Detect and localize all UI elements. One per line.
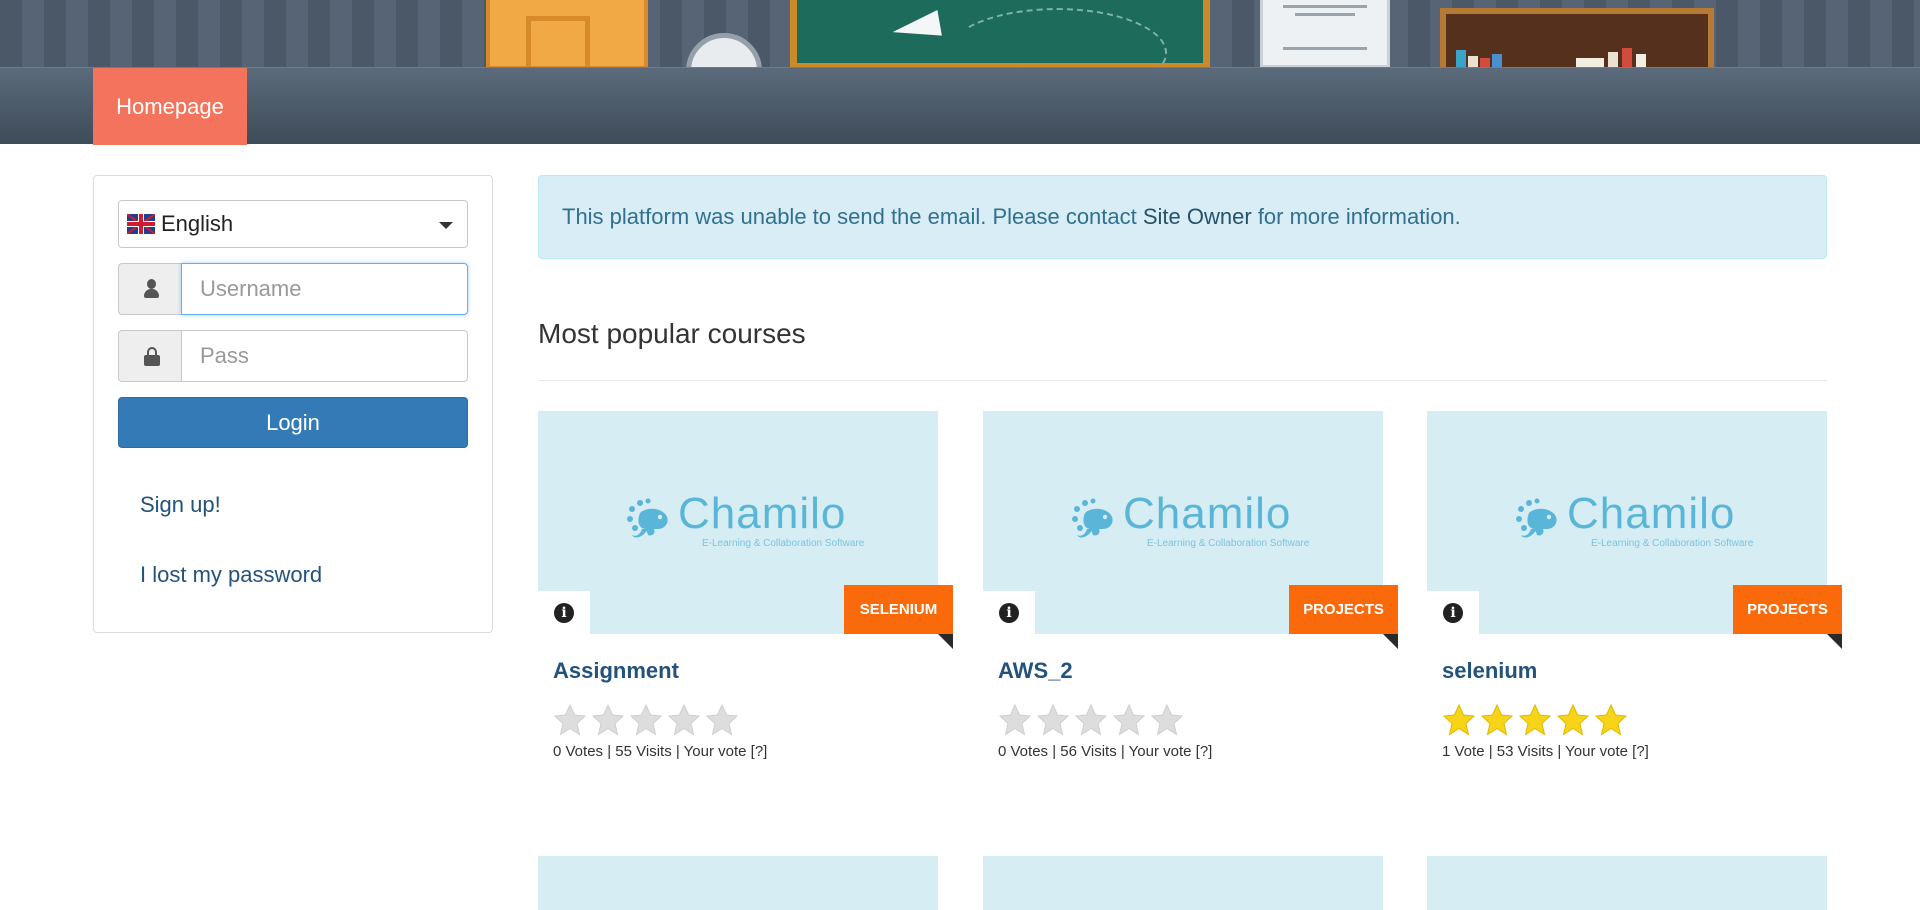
star-empty-icon[interactable] [1074,703,1108,737]
header-banner [0,0,1920,67]
rating-stars [998,703,1188,737]
course-stats: 1 Vote | 53 Visits | Your vote [?] [1442,743,1649,760]
uk-flag-icon [127,214,155,234]
section-title: Most popular courses [538,318,806,349]
course-category-tag[interactable]: SELENIUM [844,585,953,634]
your-vote-help[interactable]: Your vote [?] [684,743,768,760]
star-filled-icon[interactable] [1594,703,1628,737]
chamilo-logo: Chamilo E-Learning & Collaboration Softw… [626,489,864,549]
login-panel: English Login Sign up! I lost my passwor… [93,175,493,633]
section-divider [538,380,1827,381]
course-info-button[interactable]: i [983,591,1035,634]
password-group [118,330,468,382]
course-card-thumbnail[interactable] [538,856,938,910]
username-input[interactable] [181,263,468,315]
vote-count: 1 Vote [1442,743,1485,760]
tag-fold [1383,634,1398,649]
logo-wordmark: Chamilo [1567,489,1736,538]
rating-stars [553,703,743,737]
info-icon: i [999,603,1019,623]
signup-link[interactable]: Sign up! [140,492,221,518]
star-empty-icon[interactable] [1112,703,1146,737]
alert-text-after: for more information. [1251,204,1461,229]
star-filled-icon[interactable] [1480,703,1514,737]
your-vote-help[interactable]: Your vote [?] [1565,743,1649,760]
visit-count: 53 Visits [1496,743,1554,760]
course-category-tag[interactable]: PROJECTS [1289,585,1398,634]
info-icon: i [1443,603,1463,623]
course-card-thumbnail[interactable] [1427,856,1827,910]
alert-text-before: This platform was unable to send the ema… [562,204,1143,229]
chamilo-logo: Chamilo E-Learning & Collaboration Softw… [1515,489,1753,549]
logo-wordmark: Chamilo [678,489,847,538]
star-empty-icon[interactable] [705,703,739,737]
tag-fold [938,634,953,649]
star-empty-icon[interactable] [998,703,1032,737]
username-group [118,263,468,315]
course-info-button[interactable]: i [1427,591,1479,634]
star-filled-icon[interactable] [1518,703,1552,737]
vote-count: 0 Votes [553,743,604,760]
main-navbar: Homepage [0,67,1920,145]
visit-count: 56 Visits [1060,743,1117,760]
chamilo-chameleon-icon [627,498,668,538]
username-addon [118,263,182,315]
caret-down-icon [439,222,453,229]
bookshelf-illustration [1440,8,1714,67]
course-category-tag[interactable]: PROJECTS [1733,585,1842,634]
email-error-alert: This platform was unable to send the ema… [538,175,1827,259]
course-title-link[interactable]: AWS_2 [998,658,1073,684]
logo-wordmark: Chamilo [1123,489,1292,538]
chalkboard-illustration [790,0,1210,67]
lost-password-link[interactable]: I lost my password [140,562,322,588]
logo-tagline: E-Learning & Collaboration Software [1591,538,1754,549]
chamilo-logo: Chamilo E-Learning & Collaboration Softw… [1071,489,1309,549]
star-empty-icon[interactable] [1036,703,1070,737]
site-owner-link[interactable]: Site Owner [1143,204,1252,229]
course-stats: 0 Votes | 55 Visits | Your vote [?] [553,743,768,760]
nav-homepage-tab[interactable]: Homepage [93,68,247,145]
course-title-link[interactable]: selenium [1442,658,1537,684]
clock-illustration [686,33,762,67]
password-input[interactable] [181,330,468,382]
chamilo-chameleon-icon [1516,498,1557,538]
logo-tagline: E-Learning & Collaboration Software [1147,538,1310,549]
star-empty-icon[interactable] [1150,703,1184,737]
course-stats: 0 Votes | 56 Visits | Your vote [?] [998,743,1213,760]
star-filled-icon[interactable] [1442,703,1476,737]
star-empty-icon[interactable] [591,703,625,737]
course-card-thumbnail[interactable] [983,856,1383,910]
rating-stars [1442,703,1632,737]
tag-fold [1827,634,1842,649]
language-select[interactable]: English [118,200,468,248]
your-vote-help[interactable]: Your vote [?] [1129,743,1213,760]
course-title-link[interactable]: Assignment [553,658,679,684]
star-empty-icon[interactable] [553,703,587,737]
star-filled-icon[interactable] [1556,703,1590,737]
info-icon: i [554,603,574,623]
star-empty-icon[interactable] [667,703,701,737]
door-illustration [486,0,648,67]
logo-tagline: E-Learning & Collaboration Software [702,538,865,549]
course-info-button[interactable]: i [538,591,590,634]
visit-count: 55 Visits [615,743,672,760]
cabinet-illustration [1260,0,1390,67]
star-empty-icon[interactable] [629,703,663,737]
password-addon [118,330,182,382]
chamilo-chameleon-icon [1072,498,1113,538]
paper-plane-icon [890,10,942,44]
vote-count: 0 Votes [998,743,1049,760]
login-button[interactable]: Login [118,397,468,448]
language-selected-value: English [161,211,234,236]
